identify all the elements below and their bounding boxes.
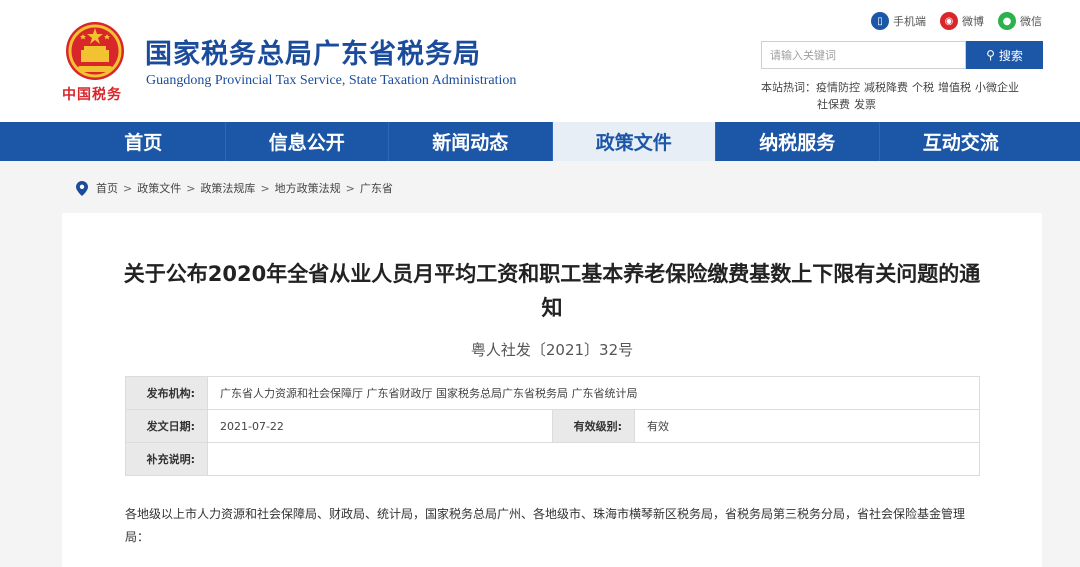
- wechat-icon: ●: [998, 12, 1016, 30]
- top-link-label: 手机端: [893, 15, 926, 28]
- hot-words-label: 本站热词：: [761, 81, 816, 94]
- hot-word[interactable]: 疫情防控: [816, 81, 860, 94]
- nav-item-news[interactable]: 新闻动态: [389, 122, 553, 161]
- nav-item-policy[interactable]: 政策文件: [552, 122, 716, 161]
- breadcrumb-guangdong[interactable]: 广东省: [360, 180, 393, 196]
- hot-words: 本站热词：疫情防控 减税降费 个税 增值税 小微企业社保费 发票: [761, 79, 1041, 113]
- nav-item-home[interactable]: 首页: [62, 122, 226, 161]
- weibo-icon: ◉: [940, 12, 958, 30]
- document-title: 关于公布2020年全省从业人员月平均工资和职工基本养老保险缴费基数上下限有关问题…: [123, 262, 981, 320]
- document-number: 粤人社发〔2021〕32号: [470, 341, 634, 359]
- location-pin-icon: [76, 180, 88, 196]
- document-panel: 关于公布2020年全省从业人员月平均工资和职工基本养老保险缴费基数上下限有关问题…: [62, 213, 1042, 567]
- national-emblem-icon: [66, 22, 124, 80]
- date-label: 发文日期:: [125, 409, 208, 443]
- breadcrumb-separator: >: [123, 181, 133, 195]
- site-subtitle: Guangdong Provincial Tax Service, State …: [146, 73, 517, 88]
- breadcrumb-separator: >: [345, 181, 355, 195]
- nav-item-tax-service[interactable]: 纳税服务: [716, 122, 880, 161]
- hot-word[interactable]: 小微企业: [975, 81, 1019, 94]
- mobile-icon: ▯: [871, 12, 889, 30]
- search-icon: ⚲: [986, 48, 995, 62]
- note-label: 补充说明:: [125, 442, 208, 476]
- top-link-label: 微博: [962, 15, 984, 28]
- issuer-value: 广东省人力资源和社会保障厅 广东省财政厅 国家税务总局广东省税务局 广东省统计局: [207, 376, 980, 410]
- table-row: 发布机构: 广东省人力资源和社会保障厅 广东省财政厅 国家税务总局广东省税务局 …: [125, 376, 980, 410]
- breadcrumb-local-policy[interactable]: 地方政策法规: [275, 180, 341, 196]
- table-row: 发文日期: 2021-07-22 有效级别: 有效: [125, 409, 980, 443]
- note-value: [207, 442, 980, 476]
- breadcrumb-separator: >: [186, 181, 196, 195]
- breadcrumb: 首页 > 政策文件 > 政策法规库 > 地方政策法规 > 广东省: [76, 180, 393, 196]
- top-link-weibo[interactable]: ◉ 微博: [940, 12, 984, 30]
- document-meta-table: 发布机构: 广东省人力资源和社会保障厅 广东省财政厅 国家税务总局广东省税务局 …: [125, 376, 980, 476]
- document-body: 各地级以上市人力资源和社会保障局、财政局、统计局，国家税务总局广州、各地级市、珠…: [125, 507, 966, 544]
- validity-label: 有效级别:: [552, 409, 635, 443]
- main-nav: 首页 信息公开 新闻动态 政策文件 纳税服务 互动交流: [0, 122, 1080, 161]
- date-value: 2021-07-22: [207, 409, 553, 443]
- issuer-label: 发布机构:: [125, 376, 208, 410]
- breadcrumb-separator: >: [260, 181, 270, 195]
- site-title[interactable]: 国家税务总局广东省税务局: [145, 32, 481, 71]
- top-link-wechat[interactable]: ● 微信: [998, 12, 1042, 30]
- search-button-label: 搜索: [998, 48, 1023, 63]
- top-links: ▯ 手机端 ◉ 微博 ● 微信: [871, 12, 1042, 30]
- validity-value: 有效: [634, 409, 980, 443]
- search-input[interactable]: [761, 41, 966, 69]
- breadcrumb-policy[interactable]: 政策文件: [137, 180, 181, 196]
- hot-word[interactable]: 发票: [854, 98, 876, 111]
- hot-word[interactable]: 增值税: [938, 81, 971, 94]
- brand-script-logo: 中国税务: [62, 87, 122, 103]
- nav-item-interaction[interactable]: 互动交流: [880, 122, 1043, 161]
- hot-word[interactable]: 社保费: [817, 98, 850, 111]
- top-link-label: 微信: [1020, 15, 1042, 28]
- table-row: 补充说明:: [125, 442, 980, 476]
- hot-word[interactable]: 减税降费: [864, 81, 908, 94]
- breadcrumb-policy-library[interactable]: 政策法规库: [200, 180, 255, 196]
- breadcrumb-home[interactable]: 首页: [96, 180, 118, 196]
- hot-word[interactable]: 个税: [912, 81, 934, 94]
- site-header: 中国税务 国家税务总局广东省税务局 Guangdong Provincial T…: [0, 0, 1080, 122]
- nav-item-info-disclosure[interactable]: 信息公开: [226, 122, 389, 161]
- top-link-mobile[interactable]: ▯ 手机端: [871, 12, 926, 30]
- search-button[interactable]: ⚲ 搜索: [966, 41, 1043, 69]
